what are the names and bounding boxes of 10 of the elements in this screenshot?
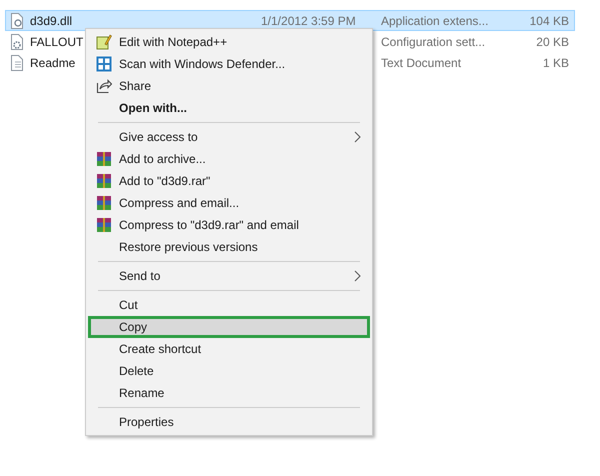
file-name: FALLOUT: [30, 34, 84, 48]
file-type: Configuration sett...: [381, 34, 486, 48]
file-type: Application extens...: [381, 14, 488, 28]
file-date: 1/1/2012 3:59 PM: [261, 14, 356, 28]
file-name: Readme: [30, 56, 76, 70]
file-size: 1 KB: [542, 56, 569, 70]
file-name: d3d9.dll: [30, 14, 72, 28]
file-size: 104 KB: [530, 14, 569, 28]
file-size: 20 KB: [536, 34, 569, 48]
file-type: Text Document: [381, 56, 462, 70]
